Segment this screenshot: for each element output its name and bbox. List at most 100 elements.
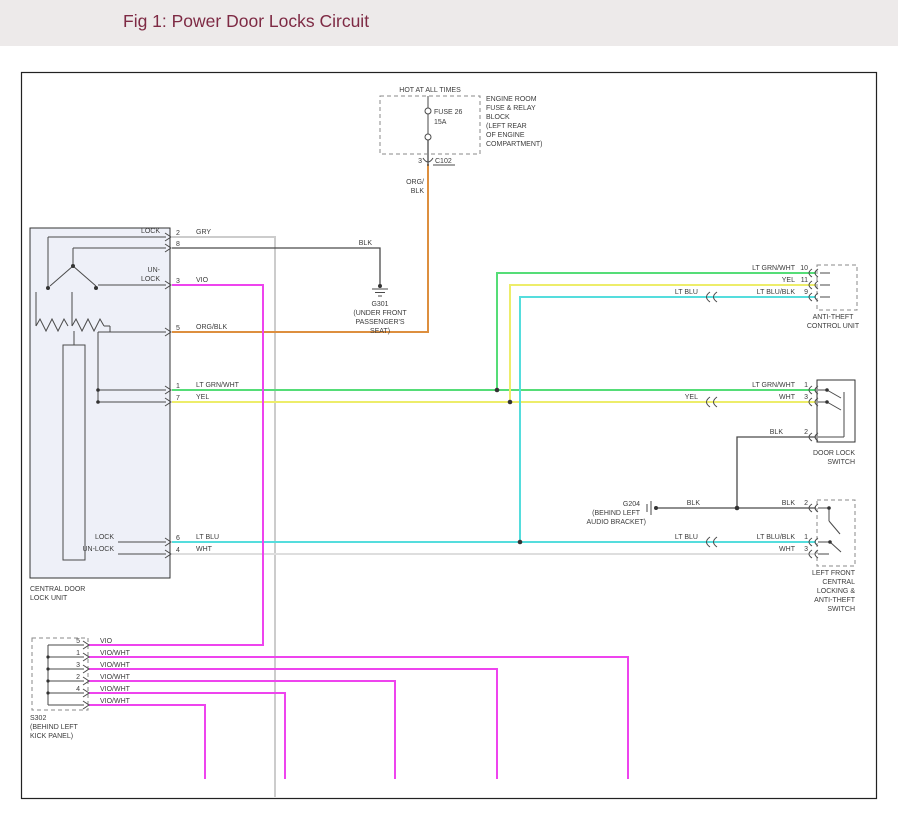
component-name: DOOR LOCK	[813, 450, 855, 457]
component-note: (BEHIND LEFT	[30, 724, 79, 731]
ground-dot	[654, 506, 658, 510]
wire-label: BLK	[770, 429, 784, 436]
wire-label: LT BLU	[675, 289, 698, 296]
wire-label: WHT	[196, 546, 213, 553]
splice-dot	[46, 667, 49, 670]
wire-label-org: ORG/	[406, 179, 424, 186]
pin-number: 2	[76, 674, 80, 681]
pin-number: 3	[176, 278, 180, 285]
pin-number: 1	[176, 383, 180, 390]
switch-contact-dot	[827, 506, 831, 510]
component-note: KICK PANEL)	[30, 733, 73, 740]
pin-number: 3	[76, 662, 80, 669]
pin-number: 5	[76, 638, 80, 645]
wire-label: VIO/WHT	[100, 650, 131, 657]
component-name: CENTRAL DOOR	[30, 586, 85, 593]
internal-junction-dot	[96, 400, 100, 404]
component-name: ANTI-THEFT	[814, 597, 856, 604]
wire-label: LT BLU/BLK	[757, 534, 796, 541]
wire-label: ORG/BLK	[196, 324, 227, 331]
fuse-rating: 15A	[434, 119, 447, 126]
wire-label: VIO/WHT	[100, 686, 131, 693]
splice-dot	[46, 679, 49, 682]
wire-label: VIO/WHT	[100, 674, 131, 681]
wire-label: LT GRN/WHT	[196, 382, 240, 389]
switch-contact-dot	[825, 388, 829, 392]
component-name: SWITCH	[827, 459, 855, 466]
wire-label: YEL	[196, 394, 209, 401]
wire-label: LT BLU/BLK	[757, 289, 796, 296]
switch-contact-dot	[46, 286, 50, 290]
wire-label: BLK	[782, 500, 796, 507]
connector-id: C102	[435, 158, 452, 165]
pin-number: 2	[804, 500, 808, 507]
component-name: S302	[30, 715, 46, 722]
wiring-diagram: HOT AT ALL TIMES FUSE 26 15A ENGINE ROOM…	[0, 0, 898, 813]
switch-pivot-dot	[71, 264, 75, 268]
ground-id: G301	[371, 301, 388, 308]
pin-number: 1	[804, 534, 808, 541]
component-name: SWITCH	[827, 606, 855, 613]
fuse-note-line: COMPARTMENT)	[486, 141, 543, 148]
pin-number: 2	[176, 230, 180, 237]
fuse-name: FUSE 26	[434, 109, 463, 116]
ground-note: (BEHIND LEFT	[592, 510, 641, 517]
component-name: ANTI-THEFT	[813, 314, 855, 321]
connector-pin: 3	[418, 158, 422, 165]
wire-label: VIO	[196, 277, 209, 284]
pin-number: 6	[176, 535, 180, 542]
wire-label: VIO/WHT	[100, 662, 131, 669]
ground-note: PASSENGER'S	[355, 319, 404, 326]
ground-note: (UNDER FRONT	[353, 310, 407, 317]
wire-label: LT BLU	[196, 534, 219, 541]
component-name: CENTRAL	[822, 579, 855, 586]
switch-contact-dot	[828, 540, 832, 544]
fuse-note-line: (LEFT REAR	[486, 123, 527, 130]
wire-label: BLK	[687, 500, 701, 507]
internal-junction-dot	[96, 388, 100, 392]
pin-number: 8	[176, 241, 180, 248]
wire-label: BLK	[359, 240, 373, 247]
wire-label: GRY	[196, 229, 211, 236]
wire-label: LT GRN/WHT	[752, 382, 796, 389]
pin-number: 4	[76, 686, 80, 693]
unlock-label: UN-LOCK	[82, 546, 114, 553]
ground-note: SEAT)	[370, 328, 390, 335]
switch-contact-dot	[94, 286, 98, 290]
ground-dot	[378, 284, 382, 288]
lock-label: LOCK	[141, 228, 160, 235]
splice-dot	[46, 691, 49, 694]
fuse-note-line: OF ENGINE	[486, 132, 525, 139]
ground-id: G204	[623, 501, 640, 508]
component-name: LEFT FRONT	[812, 570, 856, 577]
wire-label: VIO/WHT	[100, 698, 131, 705]
pin-number: 4	[176, 547, 180, 554]
pin-number: 10	[800, 265, 808, 272]
pin-number: 3	[804, 546, 808, 553]
wire-label: YEL	[685, 394, 698, 401]
pin-number: 7	[176, 395, 180, 402]
ground-note: AUDIO BRACKET)	[586, 519, 646, 526]
pin-number: 5	[176, 325, 180, 332]
pin-number: 3	[804, 394, 808, 401]
lock-label: LOCK	[95, 534, 114, 541]
switch-contact-dot	[825, 400, 829, 404]
unlock-label: LOCK	[141, 276, 160, 283]
unlock-label: UN-	[148, 267, 161, 274]
component-name: LOCK UNIT	[30, 595, 68, 602]
pin-number: 2	[804, 429, 808, 436]
pin-number: 1	[804, 382, 808, 389]
fuse-note-line: BLOCK	[486, 114, 510, 121]
wire-label: LT GRN/WHT	[752, 265, 796, 272]
component-name: LOCKING &	[817, 588, 855, 595]
wire-label: WHT	[779, 394, 796, 401]
door-lock-switch-box	[817, 380, 855, 442]
fuse-note-line: FUSE & RELAY	[486, 105, 536, 112]
fuse-note-line: ENGINE ROOM	[486, 96, 537, 103]
wire-label: VIO	[100, 638, 113, 645]
splice-dot	[46, 655, 49, 658]
component-name: CONTROL UNIT	[807, 323, 860, 330]
pin-number: 1	[76, 650, 80, 657]
wire-label: YEL	[782, 277, 795, 284]
wire-label-blk: BLK	[411, 188, 425, 195]
